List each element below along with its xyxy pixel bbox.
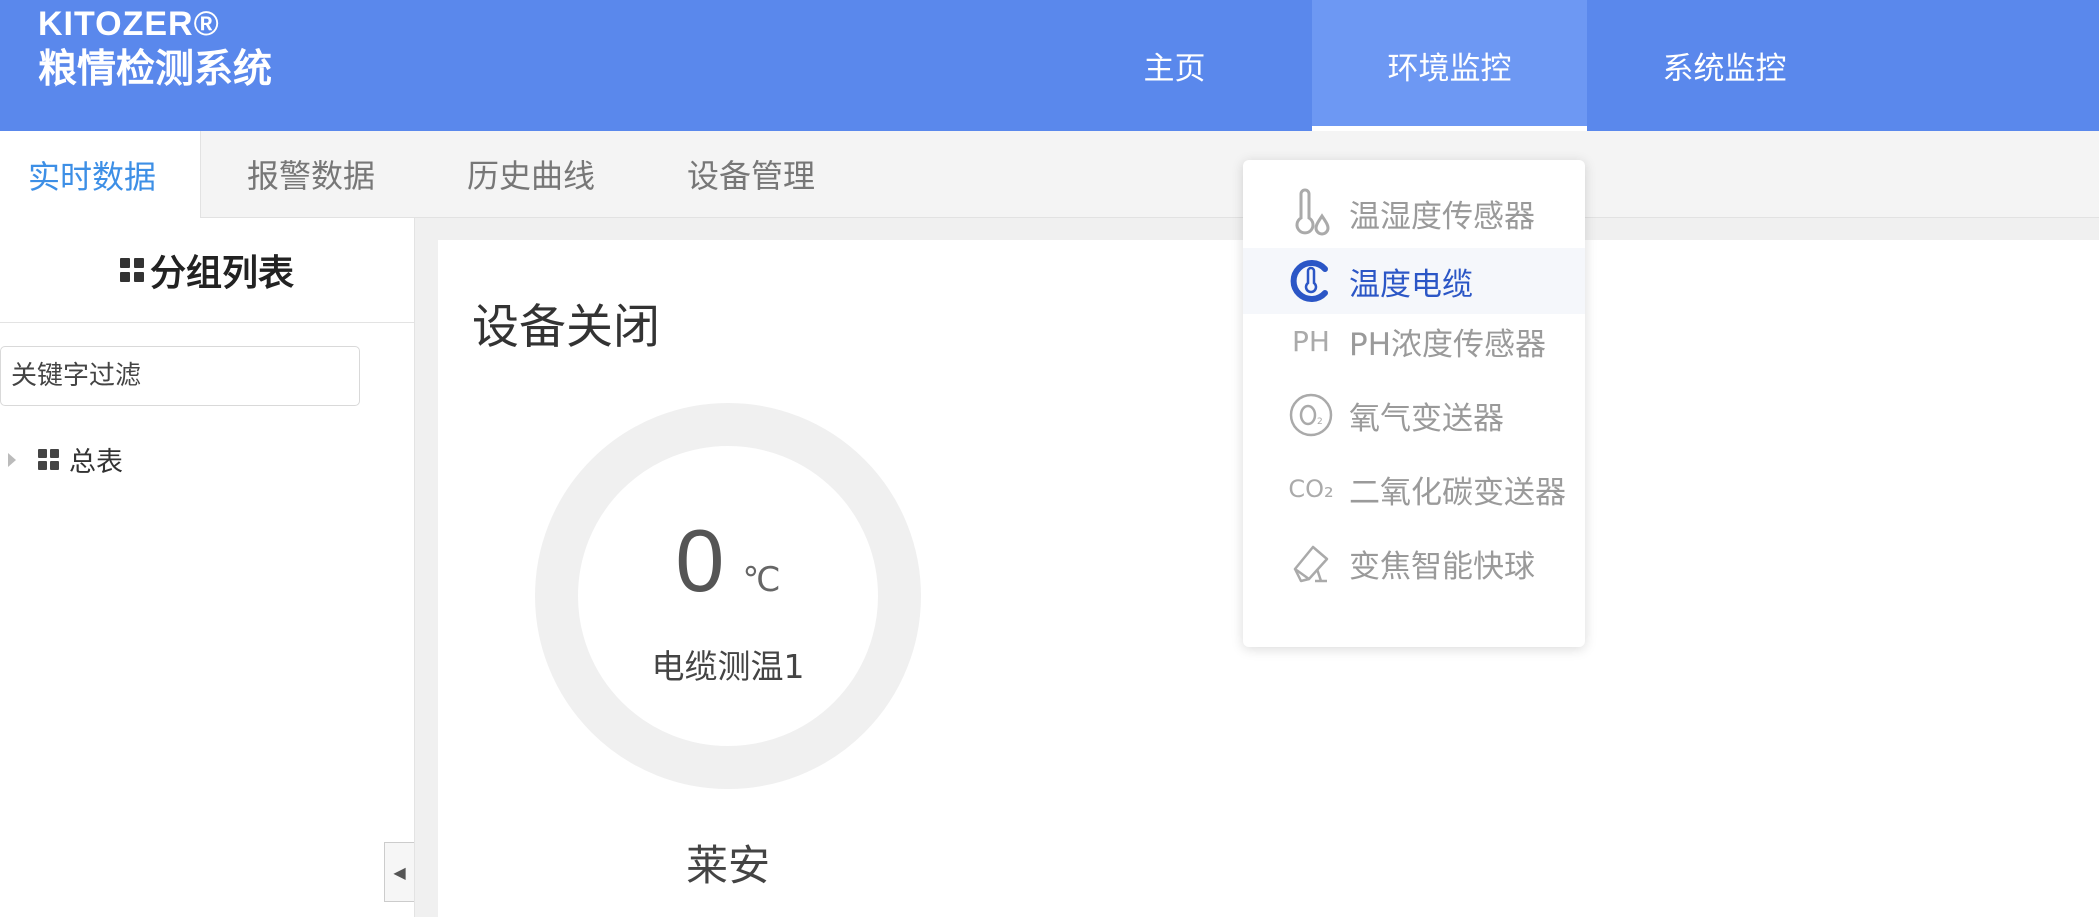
- menu-item-label: PH浓度传感器: [1349, 326, 1547, 363]
- grid-icon: [119, 258, 144, 282]
- o2-icon: 2: [1283, 391, 1339, 439]
- temperature-unit: ℃: [742, 560, 781, 600]
- thermometer-drop-icon: [1283, 188, 1339, 238]
- menu-item-zoom-speed-dome[interactable]: 变焦智能快球: [1243, 530, 1585, 596]
- nav-environment-monitoring[interactable]: 环境监控: [1312, 0, 1587, 131]
- sidebar-title: 分组列表: [0, 218, 414, 323]
- sub-tabs: 实时数据 报警数据 历史曲线 设备管理: [0, 131, 2099, 218]
- collapse-sidebar-button[interactable]: ◀: [384, 842, 414, 902]
- nav-home[interactable]: 主页: [1037, 0, 1312, 131]
- gauge-reading: 0 ℃: [535, 510, 921, 612]
- temperature-cable-icon: [1283, 257, 1339, 305]
- co2-icon: CO₂: [1288, 475, 1334, 503]
- device-status-title: 设备关闭: [472, 300, 660, 355]
- menu-item-label: 二氧化碳变送器: [1349, 474, 1566, 511]
- collapse-left-icon: ◀: [393, 862, 406, 882]
- menu-item-temperature-cable[interactable]: 温度电缆: [1243, 248, 1585, 314]
- environment-dropdown-menu: 温湿度传感器 温度电缆 PH PH浓度传感器 2 氧气变送器 CO₂ 二氧化碳变…: [1243, 160, 1585, 647]
- brand: KITOZER® 粮情检测系统: [38, 4, 272, 94]
- tab-realtime-data[interactable]: 实时数据: [0, 131, 202, 218]
- brand-name: KITOZER®: [38, 5, 220, 43]
- expand-caret-icon[interactable]: [8, 452, 16, 467]
- grid-icon: [38, 449, 59, 470]
- nav-system-monitoring[interactable]: 系统监控: [1587, 0, 1862, 131]
- menu-item-ph-sensor[interactable]: PH PH浓度传感器: [1243, 308, 1585, 374]
- svg-text:2: 2: [1317, 417, 1323, 427]
- menu-item-co2-transmitter[interactable]: CO₂ 二氧化碳变送器: [1243, 456, 1585, 522]
- camera-icon: [1283, 539, 1339, 587]
- tab-device-management[interactable]: 设备管理: [641, 131, 861, 217]
- menu-item-label: 温度电缆: [1349, 266, 1473, 303]
- tab-history-curve[interactable]: 历史曲线: [421, 131, 641, 217]
- menu-item-temp-humidity-sensor[interactable]: 温湿度传感器: [1243, 180, 1585, 246]
- group-sidebar: 分组列表 总表: [0, 218, 415, 917]
- tab-alarm-data[interactable]: 报警数据: [201, 131, 421, 217]
- sensor-name: 电缆测温1: [651, 647, 805, 686]
- tree-node-label: 总表: [69, 447, 123, 478]
- menu-item-label: 变焦智能快球: [1349, 548, 1535, 585]
- temperature-value: 0: [675, 511, 725, 610]
- menu-item-label: 氧气变送器: [1349, 400, 1504, 437]
- ph-icon: PH: [1292, 324, 1330, 358]
- sidebar-title-label: 分组列表: [149, 253, 294, 294]
- keyword-filter-input[interactable]: [0, 346, 360, 406]
- top-header: KITOZER® 粮情检测系统 主页 环境监控 系统监控: [0, 0, 2099, 131]
- menu-item-label: 温湿度传感器: [1349, 198, 1535, 235]
- tree-node-summary[interactable]: 总表: [8, 440, 123, 479]
- system-title: 粮情检测系统: [38, 47, 273, 92]
- menu-item-oxygen-transmitter[interactable]: 2 氧气变送器: [1243, 382, 1585, 448]
- location-label: 莱安: [685, 841, 770, 890]
- top-nav: 主页 环境监控 系统监控: [1037, 0, 1862, 131]
